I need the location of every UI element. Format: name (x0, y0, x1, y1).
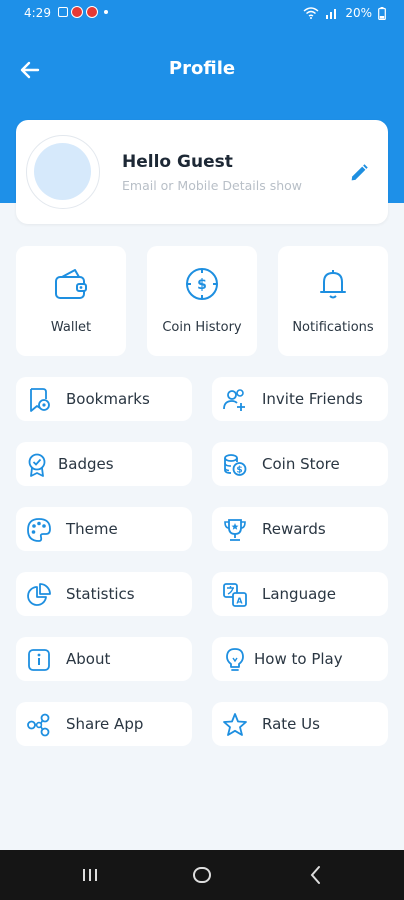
menu-item-label: About (66, 650, 111, 668)
menu-item-label: Bookmarks (66, 390, 150, 408)
menu-item-invite-friends[interactable]: Invite Friends (212, 377, 388, 421)
signal-icon (326, 9, 337, 19)
menu-item-about[interactable]: About (16, 637, 192, 681)
share-icon (27, 713, 50, 737)
menu-item-share-app[interactable]: Share App (16, 702, 192, 746)
tile-label: Coin History (162, 320, 242, 335)
edit-pencil-icon[interactable] (348, 162, 370, 184)
svg-text:$: $ (197, 277, 207, 293)
back-nav-icon[interactable] (303, 862, 329, 888)
menu-item-statistics[interactable]: Statistics (16, 572, 192, 616)
menu-item-coin-store[interactable]: $ Coin Store (212, 442, 388, 486)
invite-friends-icon (223, 389, 245, 411)
menu-item-how-to-play[interactable]: How to Play (212, 637, 388, 681)
avatar[interactable] (26, 135, 100, 209)
avatar-placeholder (34, 143, 91, 200)
profile-card: Hello Guest Email or Mobile Details show (16, 120, 388, 224)
menu-item-label: Badges (58, 455, 114, 473)
tile-coin-history[interactable]: $ Coin History (147, 246, 257, 356)
palette-icon (27, 518, 51, 542)
wallet-icon (55, 269, 87, 299)
menu-item-theme[interactable]: Theme (16, 507, 192, 551)
menu-item-label: Language (262, 585, 337, 603)
system-navigation-bar (0, 850, 404, 900)
menu-item-badges[interactable]: Badges (16, 442, 192, 486)
tile-label: Wallet (50, 320, 92, 335)
status-time: 4:29 (24, 6, 51, 20)
info-icon (28, 649, 50, 671)
svg-text:A: A (236, 597, 243, 606)
battery-level: 20% (345, 6, 372, 20)
trophy-icon (224, 519, 246, 541)
notification-badge-icon (71, 6, 83, 18)
tile-wallet[interactable]: Wallet (16, 246, 126, 356)
menu-item-label: Rate Us (262, 715, 320, 733)
svg-text:$: $ (236, 466, 242, 476)
menu-item-label: Share App (66, 715, 144, 733)
home-icon[interactable] (189, 862, 215, 888)
bookmark-icon (30, 388, 50, 412)
battery-icon (378, 6, 386, 20)
profile-subtitle: Email or Mobile Details show (122, 178, 303, 193)
tile-notifications[interactable]: Notifications (278, 246, 388, 356)
star-icon (223, 713, 247, 736)
more-dot-icon (104, 10, 108, 14)
language-icon: A (223, 583, 247, 607)
gallery-icon (58, 7, 68, 17)
badge-icon (28, 453, 46, 477)
system-status: 20% (303, 6, 386, 20)
bell-icon (320, 270, 346, 299)
pie-chart-icon (27, 583, 51, 606)
notification-icons (58, 6, 108, 18)
app-header: Profile (0, 48, 404, 92)
menu-item-label: Theme (66, 520, 118, 538)
page-title: Profile (168, 58, 236, 79)
menu-item-label: Invite Friends (262, 390, 363, 408)
menu-item-label: Coin Store (262, 455, 340, 473)
menu-item-language[interactable]: A Language (212, 572, 388, 616)
menu-item-label: How to Play (254, 650, 343, 668)
menu-item-rewards[interactable]: Rewards (212, 507, 388, 551)
wifi-icon (303, 7, 319, 19)
greeting-text: Hello Guest (122, 152, 233, 172)
notification-badge-icon (86, 6, 98, 18)
menu-item-bookmarks[interactable]: Bookmarks (16, 377, 192, 421)
coin-history-icon: $ (186, 268, 218, 300)
menu-item-rate-us[interactable]: Rate Us (212, 702, 388, 746)
coin-store-icon: $ (224, 454, 247, 476)
recent-apps-icon[interactable] (77, 862, 103, 888)
menu-item-label: Rewards (262, 520, 326, 538)
status-bar: 4:29 20% (0, 0, 404, 28)
menu-item-label: Statistics (66, 585, 135, 603)
lightbulb-icon (226, 648, 244, 671)
tile-label: Notifications (292, 320, 374, 335)
